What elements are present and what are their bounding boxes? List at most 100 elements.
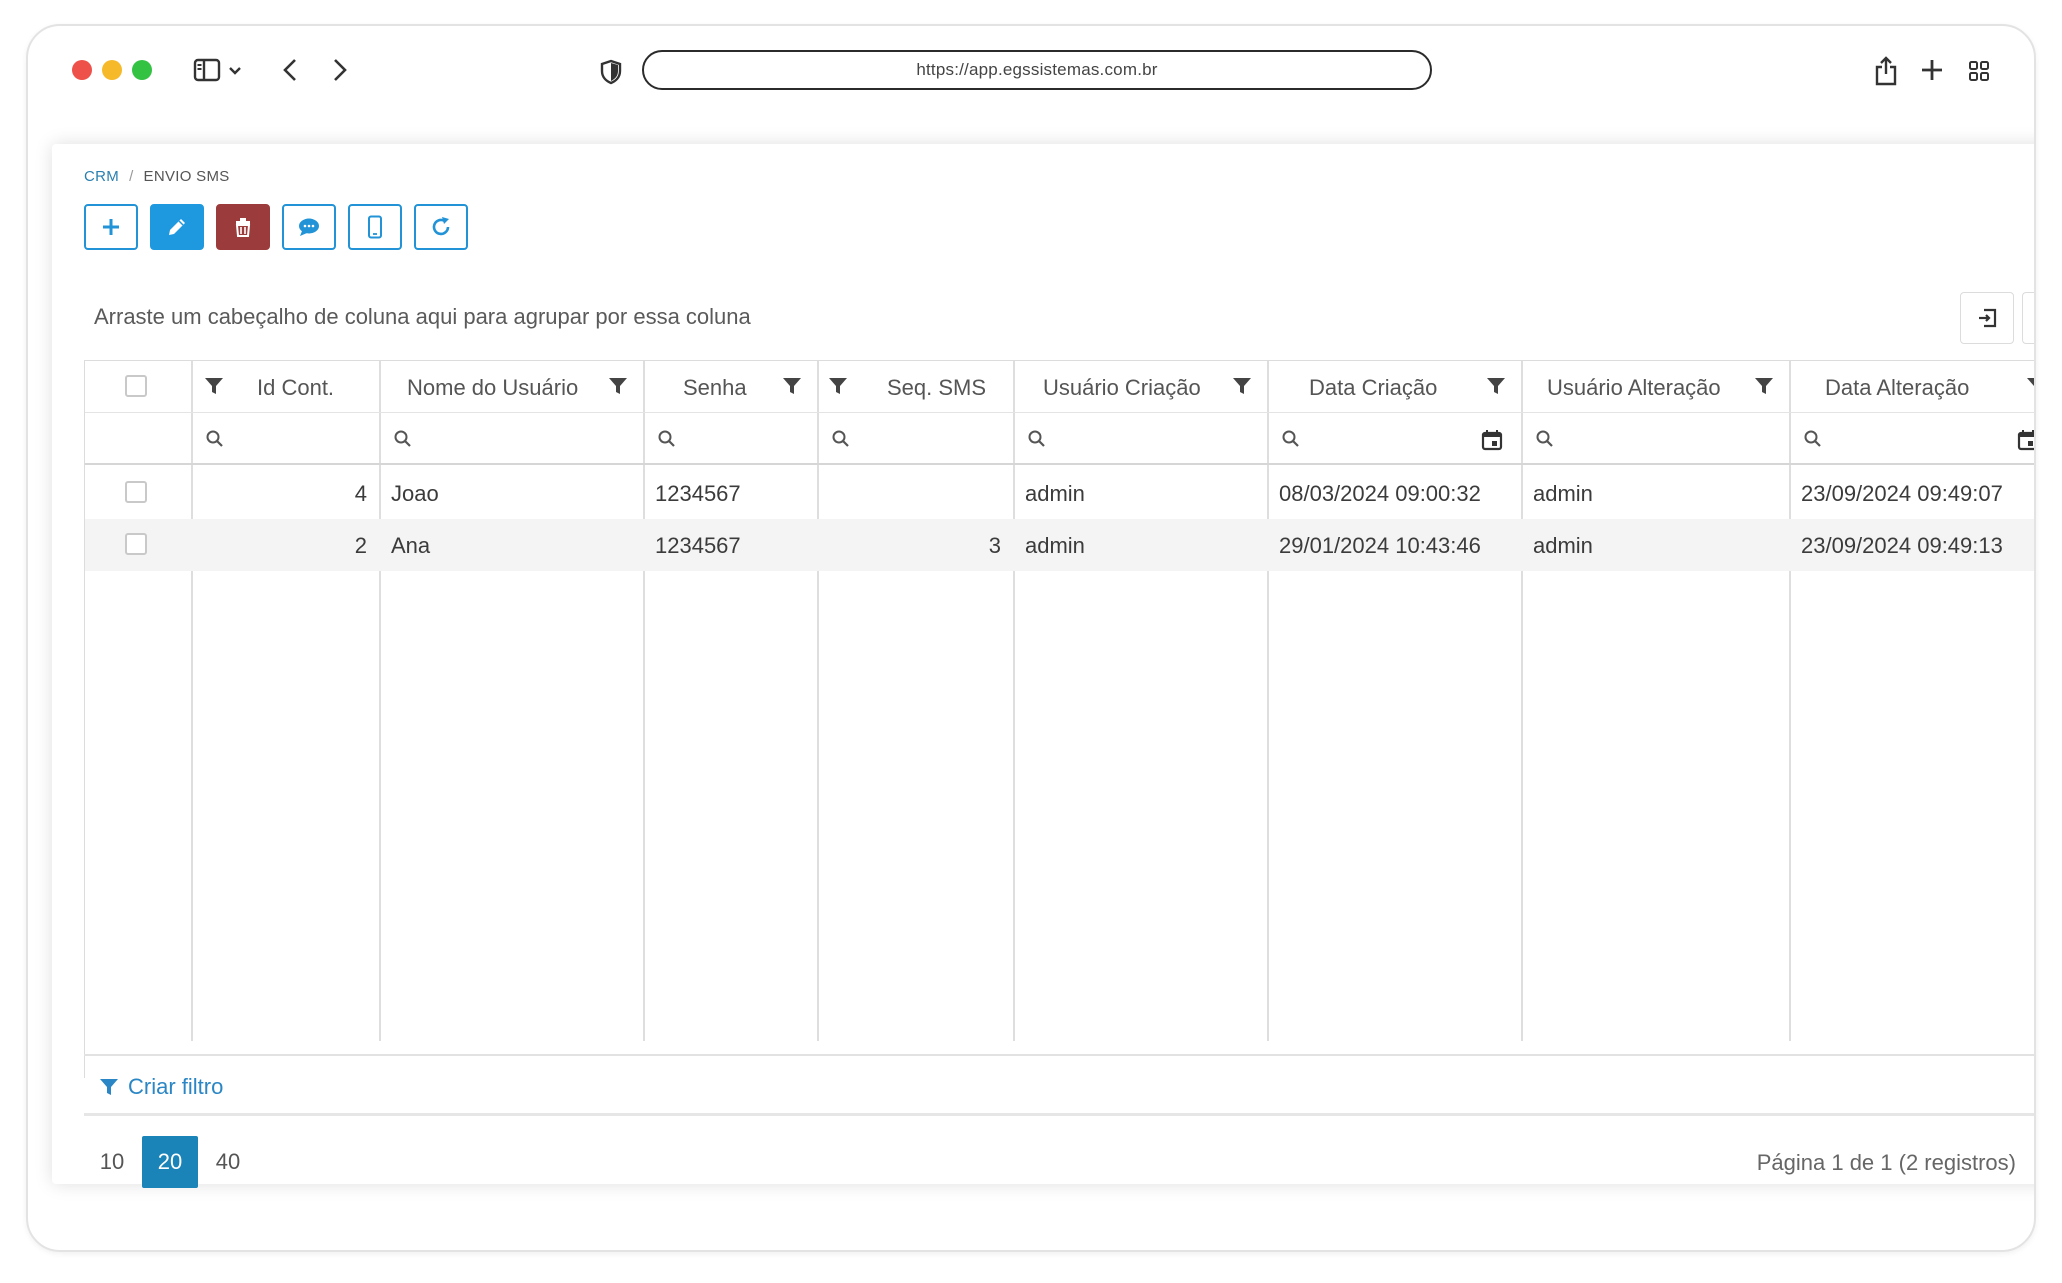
filter-icon[interactable] xyxy=(781,375,803,397)
filter-icon xyxy=(100,1079,118,1095)
cell-nome: Joao xyxy=(391,481,439,506)
filter-cell-seq[interactable] xyxy=(817,413,1013,465)
forward-icon[interactable] xyxy=(328,56,352,84)
tab-overview-icon[interactable] xyxy=(1966,58,1992,84)
column-header-seq[interactable]: Seq. SMS xyxy=(817,361,1013,413)
filter-cell-usuario-criacao[interactable] xyxy=(1013,413,1267,465)
filter-panel: Criar filtro xyxy=(84,1054,2034,1116)
data-grid: Id Cont. Nome do Usuário Senha Seq. SMS … xyxy=(84,360,2036,1078)
breadcrumb-crm[interactable]: CRM xyxy=(84,168,119,185)
send-sms-button[interactable] xyxy=(282,204,336,250)
column-header-nome[interactable]: Nome do Usuário xyxy=(379,361,643,413)
cell-data-alteracao: 23/09/2024 09:49:13 xyxy=(1801,533,2003,558)
cell-usuario-alteracao: admin xyxy=(1533,533,1593,558)
browser-window: https://app.egssistemas.com.br CRM / ENV… xyxy=(26,24,2036,1252)
filter-icon[interactable] xyxy=(2025,375,2036,397)
page-size-10[interactable]: 10 xyxy=(84,1136,140,1188)
page-size-40[interactable]: 40 xyxy=(200,1136,256,1188)
export-icon xyxy=(1979,308,1997,328)
create-filter-label: Criar filtro xyxy=(128,1074,224,1099)
cell-id: 2 xyxy=(354,533,367,558)
breadcrumb-separator: / xyxy=(129,168,134,185)
search-icon xyxy=(1804,430,1821,447)
cell-data-alteracao: 23/09/2024 09:49:07 xyxy=(1801,481,2003,506)
cell-data-criacao: 08/03/2024 09:00:32 xyxy=(1279,481,1481,506)
grid-header-row: Id Cont. Nome do Usuário Senha Seq. SMS … xyxy=(85,361,2036,413)
chevron-down-icon[interactable] xyxy=(226,62,244,80)
breadcrumb: CRM / ENVIO SMS xyxy=(84,168,230,185)
search-icon xyxy=(394,430,411,447)
filter-cell-senha[interactable] xyxy=(643,413,817,465)
create-filter-link[interactable]: Criar filtro xyxy=(98,1074,223,1100)
back-icon[interactable] xyxy=(278,56,302,84)
search-icon xyxy=(206,430,223,447)
edit-button[interactable] xyxy=(150,204,204,250)
column-chooser-icon xyxy=(2035,307,2036,329)
row-checkbox[interactable] xyxy=(125,533,147,555)
cell-data-criacao: 29/01/2024 10:43:46 xyxy=(1279,533,1481,558)
sidebar-icon[interactable] xyxy=(192,56,222,84)
add-button[interactable] xyxy=(84,204,138,250)
cell-seq: 3 xyxy=(988,533,1001,558)
filter-cell-usuario-alteracao[interactable] xyxy=(1521,413,1789,465)
search-icon xyxy=(832,430,849,447)
column-header-data-criacao[interactable]: Data Criação xyxy=(1267,361,1521,413)
action-toolbar xyxy=(84,204,468,250)
table-row[interactable]: 4 Joao 1234567 admin 08/03/2024 09:00:32… xyxy=(85,467,2034,519)
cell-nome: Ana xyxy=(391,533,431,558)
filter-icon[interactable] xyxy=(1485,375,1507,397)
search-icon xyxy=(1282,430,1299,447)
refresh-button[interactable] xyxy=(414,204,468,250)
page-size-20[interactable]: 20 xyxy=(142,1136,198,1188)
trash-icon xyxy=(235,218,251,237)
address-bar[interactable]: https://app.egssistemas.com.br xyxy=(642,50,1432,90)
search-icon xyxy=(1536,430,1553,447)
group-panel-hint: Arraste um cabeçalho de coluna aqui para… xyxy=(94,304,751,329)
filter-cell-data-criacao[interactable] xyxy=(1267,413,1521,465)
select-all-checkbox[interactable] xyxy=(125,375,147,397)
filter-cell-data-alteracao[interactable] xyxy=(1789,413,2036,465)
column-header-usuario-criacao[interactable]: Usuário Criação xyxy=(1013,361,1267,413)
close-window-button[interactable] xyxy=(72,60,92,80)
row-checkbox[interactable] xyxy=(125,481,147,503)
pencil-icon xyxy=(169,219,185,235)
calendar-icon[interactable] xyxy=(1481,429,1503,451)
filter-icon[interactable] xyxy=(607,375,629,397)
share-icon[interactable] xyxy=(1872,54,1900,88)
shield-icon xyxy=(598,58,624,86)
search-icon xyxy=(658,430,675,447)
refresh-icon xyxy=(432,217,450,236)
mobile-button[interactable] xyxy=(348,204,402,250)
calendar-icon[interactable] xyxy=(2017,429,2036,451)
new-tab-icon[interactable] xyxy=(1918,56,1946,84)
minimize-window-button[interactable] xyxy=(102,60,122,80)
cell-id: 4 xyxy=(354,481,367,506)
delete-button[interactable] xyxy=(216,204,270,250)
cell-senha: 1234567 xyxy=(655,481,741,506)
chat-icon xyxy=(299,218,319,236)
table-row[interactable]: 2 Ana 1234567 3 admin 29/01/2024 10:43:4… xyxy=(85,519,2034,571)
grid-filter-row xyxy=(85,413,2036,465)
column-header-usuario-alteracao[interactable]: Usuário Alteração xyxy=(1521,361,1789,413)
column-chooser-button[interactable] xyxy=(2022,292,2036,344)
pager: 10 20 40 Página 1 de 1 (2 registros) 1 xyxy=(84,1136,2034,1192)
filter-icon[interactable] xyxy=(1753,375,1775,397)
app-panel: CRM / ENVIO SMS Arraste um cabeçalho de … xyxy=(52,144,2036,1188)
plus-icon xyxy=(103,219,119,235)
breadcrumb-current: ENVIO SMS xyxy=(143,168,230,185)
filter-cell-nome[interactable] xyxy=(379,413,643,465)
filter-cell-id[interactable] xyxy=(191,413,379,465)
mobile-icon xyxy=(368,215,382,239)
pager-info: Página 1 de 1 (2 registros) xyxy=(1756,1150,2016,1175)
url-text: https://app.egssistemas.com.br xyxy=(916,60,1158,79)
cell-usuario-alteracao: admin xyxy=(1533,481,1593,506)
column-header-data-alteracao[interactable]: Data Alteração xyxy=(1789,361,2034,413)
cell-usuario-criacao: admin xyxy=(1025,481,1085,506)
search-icon xyxy=(1028,430,1045,447)
cell-usuario-criacao: admin xyxy=(1025,533,1085,558)
cell-senha: 1234567 xyxy=(655,533,741,558)
column-header-id[interactable]: Id Cont. xyxy=(191,361,379,413)
maximize-window-button[interactable] xyxy=(132,60,152,80)
export-button[interactable] xyxy=(1960,292,2014,344)
filter-icon[interactable] xyxy=(1231,375,1253,397)
